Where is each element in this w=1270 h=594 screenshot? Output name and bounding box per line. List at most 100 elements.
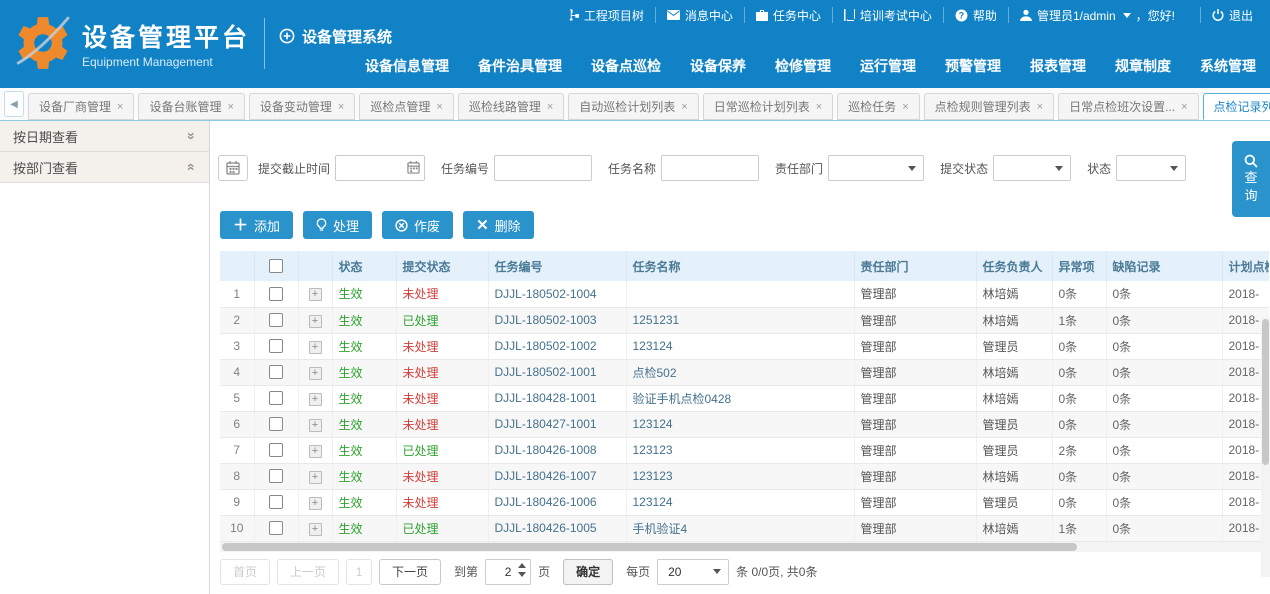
process-button[interactable]: 处理: [303, 211, 372, 239]
task-center-link[interactable]: 任务中心: [744, 7, 832, 23]
row-checkbox[interactable]: [269, 521, 283, 535]
row-expand-icon[interactable]: +: [309, 471, 322, 484]
nav-item[interactable]: 设备点巡检: [591, 56, 661, 76]
table-row[interactable]: 3 + 生效 未处理 DJJL-180502-1002 123124 管理部 管…: [220, 333, 1269, 359]
tab-close-icon[interactable]: ×: [1181, 101, 1187, 113]
vertical-scrollbar[interactable]: [1261, 317, 1270, 577]
row-expand-icon[interactable]: +: [309, 497, 322, 510]
sidebar-section-by-dept[interactable]: 按部门查看 «: [0, 152, 209, 183]
tab[interactable]: 日常巡检计划列表 ×: [703, 93, 833, 120]
horizontal-scrollbar-thumb[interactable]: [222, 543, 1077, 551]
nav-item[interactable]: 设备信息管理: [365, 56, 449, 76]
goto-page-stepper[interactable]: 2: [485, 559, 531, 585]
row-task-no: DJJL-180502-1004: [488, 281, 626, 307]
tab-close-icon[interactable]: ×: [816, 101, 822, 113]
dept-select[interactable]: [828, 155, 924, 181]
row-expand-icon[interactable]: +: [309, 341, 322, 354]
nav-item[interactable]: 规章制度: [1115, 56, 1171, 76]
tab-close-icon[interactable]: ×: [338, 101, 344, 113]
tab[interactable]: 巡检任务 ×: [837, 93, 919, 120]
logout-button[interactable]: 退出: [1200, 7, 1264, 23]
row-checkbox[interactable]: [269, 287, 283, 301]
next-page-button[interactable]: 下一页: [379, 559, 441, 585]
table-row[interactable]: 7 + 生效 已处理 DJJL-180426-1008 123123 管理部 管…: [220, 437, 1269, 463]
nav-item[interactable]: 运行管理: [860, 56, 916, 76]
first-page-button[interactable]: 首页: [220, 559, 270, 585]
stepper-down-icon[interactable]: [518, 572, 526, 577]
nav-item[interactable]: 报表管理: [1030, 56, 1086, 76]
tab[interactable]: 设备厂商管理 ×: [28, 93, 134, 120]
user-menu[interactable]: 管理员1/admin ，您好!: [1008, 7, 1186, 23]
tab-close-icon[interactable]: ×: [1037, 101, 1043, 113]
vertical-scrollbar-thumb[interactable]: [1262, 319, 1269, 465]
row-checkbox[interactable]: [269, 365, 283, 379]
tab[interactable]: 日常点检班次设置... ×: [1058, 93, 1198, 120]
row-expand-icon[interactable]: +: [309, 419, 322, 432]
table-row[interactable]: 5 + 生效 未处理 DJJL-180428-1001 验证手机点检0428 管…: [220, 385, 1269, 411]
tab[interactable]: 自动巡检计划列表 ×: [568, 93, 698, 120]
row-checkbox[interactable]: [269, 469, 283, 483]
nav-item[interactable]: 检修管理: [775, 56, 831, 76]
submit-status-select[interactable]: [993, 155, 1071, 181]
tabs-scroll-left-button[interactable]: ◀: [4, 91, 24, 117]
add-button[interactable]: ＋ 添加: [220, 211, 293, 239]
delete-button[interactable]: ✕ 删除: [463, 211, 534, 239]
confirm-page-button[interactable]: 确定: [563, 559, 613, 585]
table-row[interactable]: 10 + 生效 已处理 DJJL-180426-1005 手机验证4 管理部 林…: [220, 515, 1269, 541]
row-checkbox[interactable]: [269, 339, 283, 353]
row-checkbox[interactable]: [269, 417, 283, 431]
row-dept: 管理部: [854, 307, 976, 333]
nav-item[interactable]: 预警管理: [945, 56, 1001, 76]
select-all-checkbox[interactable]: [269, 259, 283, 273]
tab-close-icon[interactable]: ×: [436, 101, 442, 113]
row-expand-icon[interactable]: +: [309, 288, 322, 301]
table-row[interactable]: 9 + 生效 未处理 DJJL-180426-1006 123124 管理部 管…: [220, 489, 1269, 515]
nav-item[interactable]: 设备保养: [690, 56, 746, 76]
tab-close-icon[interactable]: ×: [902, 101, 908, 113]
tab-close-icon[interactable]: ×: [117, 101, 123, 113]
help-link[interactable]: ? 帮助: [943, 7, 1008, 23]
row-checkbox[interactable]: [269, 495, 283, 509]
horizontal-scrollbar[interactable]: [220, 542, 1269, 552]
status-select[interactable]: [1116, 155, 1186, 181]
table-row[interactable]: 8 + 生效 未处理 DJJL-180426-1007 123123 管理部 林…: [220, 463, 1269, 489]
tab[interactable]: 巡检点管理 ×: [359, 93, 453, 120]
prev-page-button[interactable]: 上一页: [277, 559, 339, 585]
training-center-link[interactable]: 培训考试中心: [832, 7, 943, 23]
calendar-button[interactable]: [218, 155, 248, 181]
table-row[interactable]: 6 + 生效 未处理 DJJL-180427-1001 123124 管理部 管…: [220, 411, 1269, 437]
tab-close-icon[interactable]: ×: [547, 101, 553, 113]
nav-item[interactable]: 系统管理: [1200, 56, 1256, 76]
stepper-up-icon[interactable]: [518, 563, 526, 568]
row-expand-icon[interactable]: +: [309, 315, 322, 328]
tab[interactable]: 设备台账管理 ×: [138, 93, 244, 120]
void-button[interactable]: 作废: [382, 211, 453, 239]
row-expand-icon[interactable]: +: [309, 523, 322, 536]
project-tree-link[interactable]: 工程项目树: [557, 7, 655, 23]
message-center-link[interactable]: 消息中心: [655, 7, 744, 23]
row-checkbox[interactable]: [269, 313, 283, 327]
tab[interactable]: 巡检线路管理 ×: [458, 93, 564, 120]
row-expand-icon[interactable]: +: [309, 445, 322, 458]
task-no-input[interactable]: [494, 155, 592, 181]
row-expand-icon[interactable]: +: [309, 367, 322, 380]
calendar-input-icon[interactable]: [407, 161, 420, 174]
task-name-input[interactable]: [661, 155, 759, 181]
tab[interactable]: 设备变动管理 ×: [249, 93, 355, 120]
table-row[interactable]: 4 + 生效 未处理 DJJL-180502-1001 点检502 管理部 林培…: [220, 359, 1269, 385]
row-checkbox[interactable]: [269, 443, 283, 457]
row-expand-icon[interactable]: +: [309, 393, 322, 406]
table-row[interactable]: 1 + 生效 未处理 DJJL-180502-1004 管理部 林培嫣 0条 0…: [220, 281, 1269, 307]
sidebar-section-by-date[interactable]: 按日期查看 »: [0, 121, 209, 152]
row-checkbox[interactable]: [269, 391, 283, 405]
tab[interactable]: 点检规则管理列表 ×: [924, 93, 1054, 120]
tab-close-icon[interactable]: ×: [227, 101, 233, 113]
nav-item[interactable]: 备件治具管理: [478, 56, 562, 76]
tab[interactable]: 点检记录列表 ×: [1203, 93, 1270, 120]
table-row[interactable]: 2 + 生效 已处理 DJJL-180502-1003 1251231 管理部 …: [220, 307, 1269, 333]
per-page-select[interactable]: 20: [657, 559, 729, 585]
search-button[interactable]: 查 询: [1232, 141, 1270, 217]
tab-close-icon[interactable]: ×: [681, 101, 687, 113]
current-page-button[interactable]: 1: [346, 559, 372, 585]
row-abnormal-count: 2条: [1052, 437, 1106, 463]
